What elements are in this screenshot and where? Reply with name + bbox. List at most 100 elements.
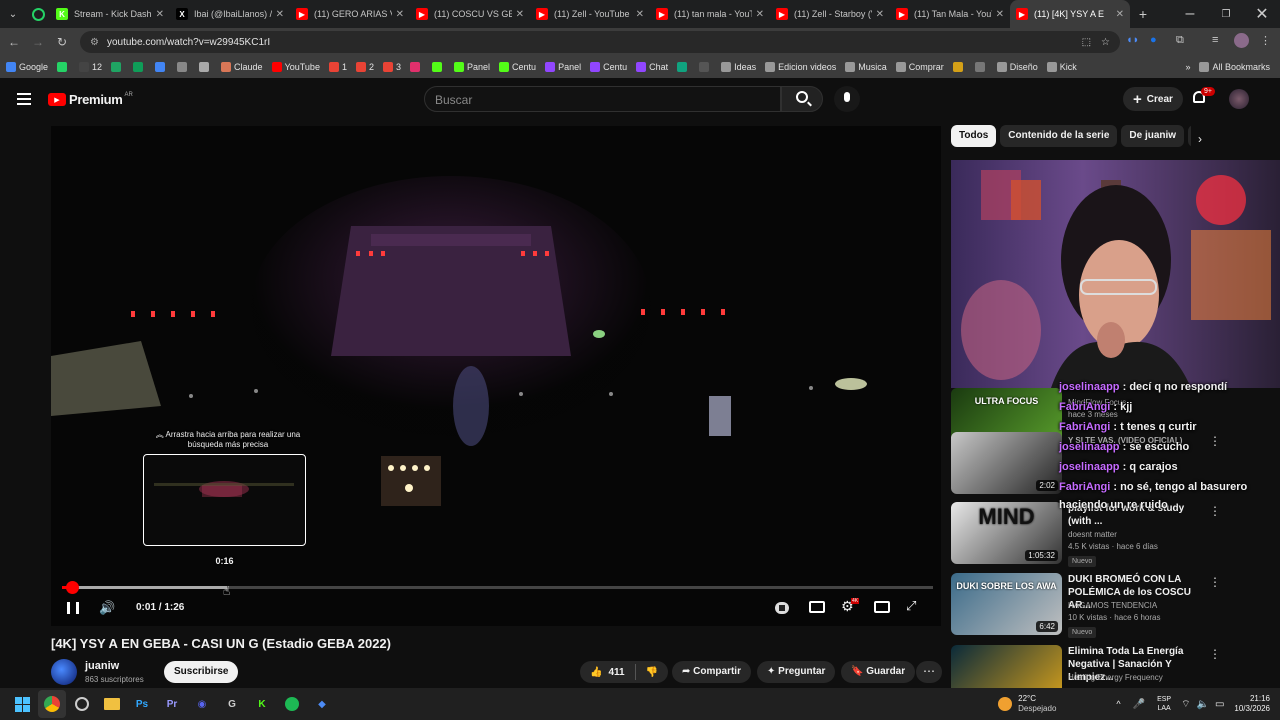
bookmark-item[interactable] [432,62,445,72]
bookmark-item[interactable]: Ideas [721,62,756,72]
browser-tab[interactable]: ▶ (11) COSCU VS GER ✕ [410,0,530,28]
video-player[interactable]: ︽ Arrastra hacia arriba para realizar un… [51,126,941,626]
speaker-icon[interactable]: 🔈 [1197,699,1209,710]
recommended-video[interactable]: DUKI SOBRE LOS AWA 6:42 DUKI BROMEÓ CON LA… [951,573,1271,638]
chips-next-icon[interactable]: › [1198,132,1202,146]
filter-chip[interactable]: Todos [951,125,997,147]
recommended-video[interactable]: MIND 1:05:32 playlist for work & study (wi… [951,502,1271,567]
bookmark-item[interactable] [974,62,988,72]
channel-avatar[interactable] [51,659,77,685]
more-options-icon[interactable]: ⋮ [1209,575,1221,589]
browser-tab[interactable]: X Ibai (@IbaiLlanos) / X ✕ [170,0,290,28]
premiere-icon[interactable]: Pr [158,690,186,718]
close-tab-icon[interactable]: ✕ [876,9,884,20]
progress-bar[interactable] [62,581,933,594]
bookmark-item[interactable]: Kick [1046,62,1077,72]
fullscreen-icon[interactable]: ⤢ [906,598,916,614]
youtube-logo[interactable]: ▶ Premium AR [48,92,133,107]
autoplay-toggle[interactable] [775,602,789,614]
bookmark-item[interactable] [155,62,168,72]
install-app-icon[interactable]: ⬚ [1082,37,1091,48]
bookmark-item[interactable]: Chat [636,62,668,72]
bookmark-item[interactable] [57,62,70,72]
share-button[interactable]: ➦ Compartir [672,661,751,683]
tab-search-button[interactable]: ⌄ [0,9,26,20]
more-actions-button[interactable]: ⋯ [916,661,942,683]
new-tab-button[interactable]: + [1130,6,1156,22]
browser-tab[interactable]: ▶ (11) [4K] YSY A E ✕ [1010,0,1130,28]
dislike-button[interactable]: 👎 [636,667,668,678]
bookmark-item[interactable]: 3 [382,62,401,72]
bookmark-item[interactable] [133,62,146,72]
address-bar[interactable]: ⚙ youtube.com/watch?v=w29945KC1rI ⬚ ☆ [80,31,1120,53]
chrome-menu-icon[interactable]: ⋮ [1260,34,1271,47]
whatsapp-pinned-tab[interactable] [26,7,50,21]
subtitles-icon[interactable] [809,601,825,613]
close-tab-icon[interactable]: ✕ [276,9,284,20]
channel-name[interactable]: doesnt matter [1068,530,1117,539]
bookmark-item[interactable]: Panel [545,62,581,72]
extension-icon[interactable]: ◖◗ [1126,34,1139,46]
tray-overflow-icon[interactable]: ^ [1116,699,1120,709]
close-tab-icon[interactable]: ✕ [156,9,164,20]
close-tab-icon[interactable]: ✕ [756,9,764,20]
kick-taskbar-icon[interactable]: K [248,690,276,718]
bookmarks-overflow-icon[interactable]: » [1185,62,1190,72]
bookmark-item[interactable]: Musica [845,62,887,72]
all-bookmarks[interactable]: All Bookmarks [1199,62,1270,72]
bookmark-item[interactable] [677,62,690,72]
ask-button[interactable]: ✦ Preguntar [757,661,836,683]
search-input[interactable]: Buscar [424,86,781,112]
app-diamond-icon[interactable]: ◆ [308,690,336,718]
more-options-icon[interactable]: ⋮ [1209,647,1221,661]
subscribe-button[interactable]: Suscribirse [164,661,239,683]
browser-tab[interactable]: ▶ (11) GERO ARIAS VS ✕ [290,0,410,28]
close-tab-icon[interactable]: ✕ [516,9,524,20]
filter-chip[interactable]: Contenido de la serie [1000,125,1118,147]
browser-tab[interactable]: ▶ (11) Tan Mala - YouT ✕ [890,0,1010,28]
channel-name[interactable]: HAGAMOS TENDENCIA [1068,601,1157,610]
battery-icon[interactable]: ▭ [1215,699,1224,710]
browser-tab[interactable]: K Stream - Kick Dashb ✕ [50,0,170,28]
mic-tray-icon[interactable]: 🎤 [1133,699,1145,710]
forward-button[interactable]: → [26,35,50,49]
bookmark-item[interactable] [199,62,212,72]
theater-mode-icon[interactable] [874,601,890,613]
bookmark-item[interactable]: Comprar [895,62,944,72]
bookmark-item[interactable]: Google [6,62,48,72]
reload-button[interactable]: ↻ [50,35,74,49]
video-thumbnail[interactable]: 2:02 [951,432,1062,494]
clock[interactable]: 21:16 10/3/2026 [1234,694,1270,714]
bookmark-item[interactable]: 12 [79,62,102,72]
bookmark-item[interactable]: Panel [454,62,490,72]
extensions-puzzle-icon[interactable]: ⧉ [1176,34,1184,47]
bookmark-item[interactable]: Centu [499,62,536,72]
notifications-button[interactable]: 9+ [1193,87,1215,106]
channel-name[interactable]: juaniw [85,660,119,672]
bookmark-item[interactable]: 2 [355,62,374,72]
extension-blue-icon[interactable]: ● [1150,34,1157,46]
close-tab-icon[interactable]: ✕ [396,9,404,20]
chrome-taskbar-icon[interactable] [38,690,66,718]
channel-name[interactable]: Healing Energy Frequency [1068,673,1163,682]
photoshop-icon[interactable]: Ps [128,690,156,718]
save-button[interactable]: 🔖 Guardar [841,661,916,683]
close-tab-icon[interactable]: ✕ [636,9,644,20]
bookmark-item[interactable]: Claude [221,62,263,72]
bookmark-star-icon[interactable]: ☆ [1101,37,1110,48]
browser-tab[interactable]: ▶ (11) Zell - YouTube ✕ [530,0,650,28]
settings-icon[interactable]: ⚙ 4K [841,598,860,615]
search-button[interactable] [781,86,823,112]
start-button[interactable] [8,690,36,718]
bookmark-item[interactable] [952,62,966,72]
spotify-icon[interactable] [278,690,306,718]
bookmark-item[interactable] [177,62,190,72]
account-avatar[interactable] [1229,89,1249,109]
more-options-icon[interactable]: ⋮ [1209,504,1221,518]
voice-search-button[interactable] [834,86,860,112]
filter-chip[interactable]: Y [1188,125,1191,147]
back-button[interactable]: ← [2,35,26,49]
browser-tab[interactable]: ▶ (11) tan mala - YouT ✕ [650,0,770,28]
discord-icon[interactable]: ◉ [188,690,216,718]
browser-tab[interactable]: ▶ (11) Zell - Starboy (V ✕ [770,0,890,28]
